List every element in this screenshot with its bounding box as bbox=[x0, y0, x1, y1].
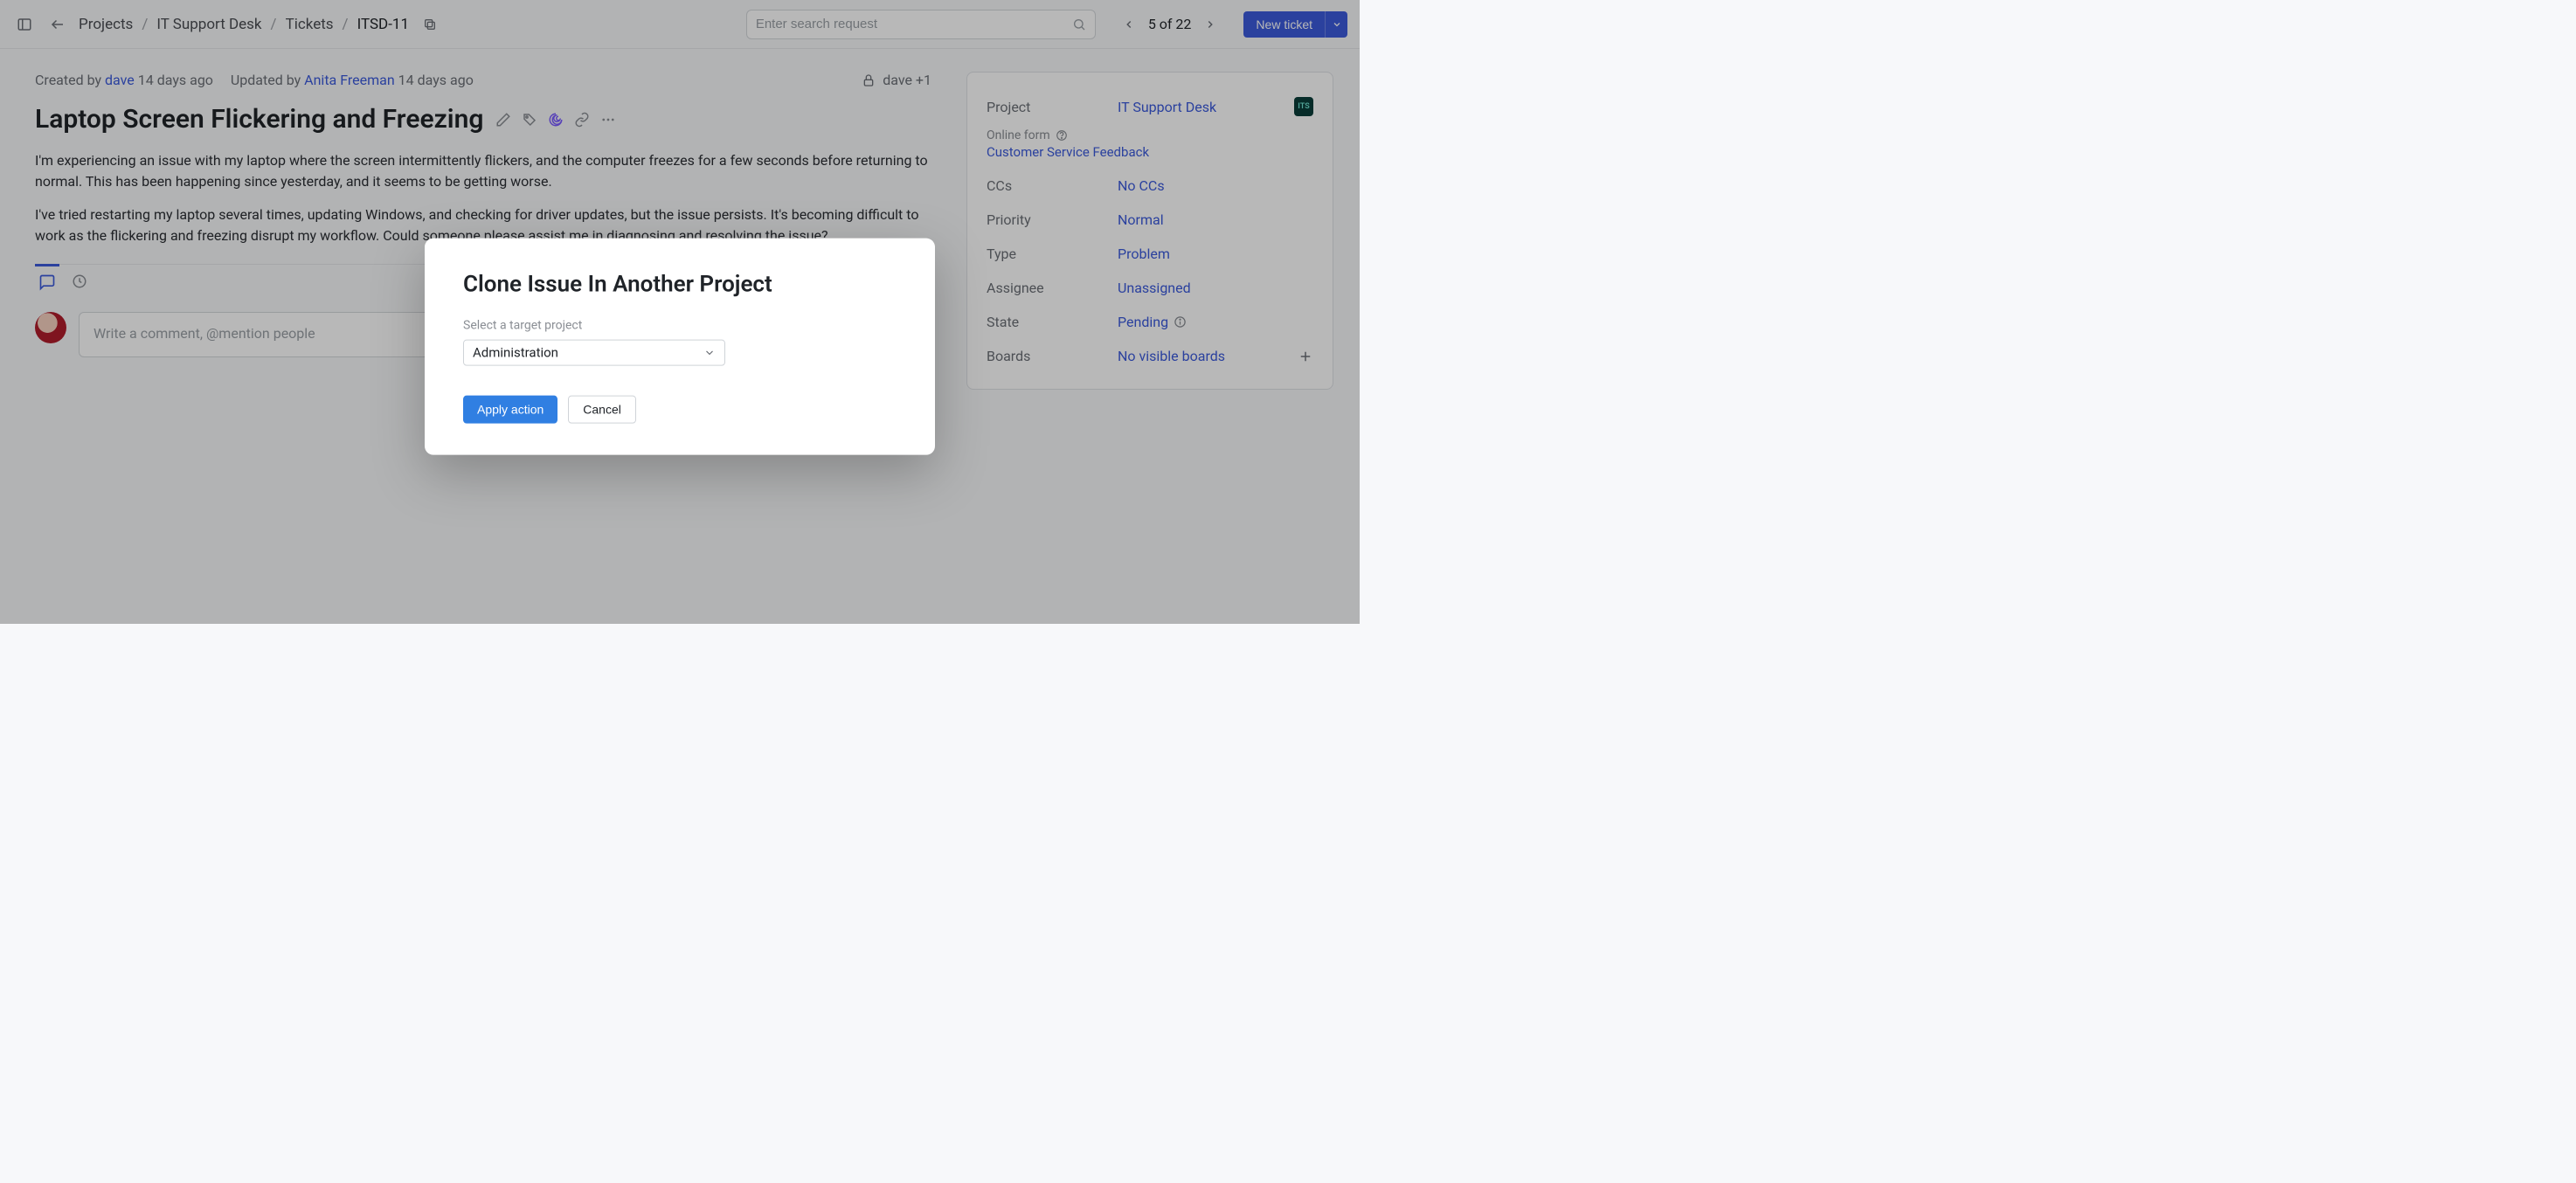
apply-action-button[interactable]: Apply action bbox=[463, 396, 557, 424]
cancel-button[interactable]: Cancel bbox=[568, 396, 636, 424]
clone-issue-modal: Clone Issue In Another Project Select a … bbox=[425, 239, 935, 455]
chevron-down-icon bbox=[703, 347, 716, 359]
modal-title: Clone Issue In Another Project bbox=[463, 272, 897, 298]
modal-select-label: Select a target project bbox=[463, 319, 897, 333]
target-project-select[interactable]: Administration bbox=[463, 340, 725, 366]
target-project-value: Administration bbox=[473, 345, 558, 361]
